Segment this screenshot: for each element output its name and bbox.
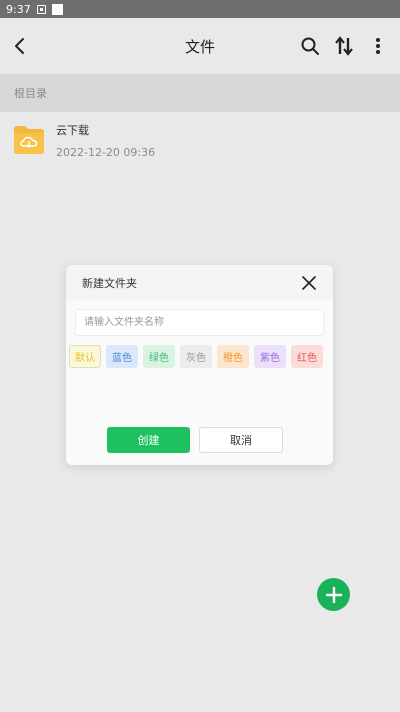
- file-name: 云下载: [56, 123, 89, 137]
- plus-icon: [325, 586, 342, 603]
- status-time: 9:37: [6, 2, 31, 16]
- breadcrumb-bar: 根目录: [0, 74, 400, 112]
- create-button[interactable]: 创建: [107, 427, 190, 453]
- folder-name-input[interactable]: [75, 309, 324, 336]
- search-button[interactable]: [298, 32, 322, 60]
- cancel-button[interactable]: 取消: [199, 427, 283, 453]
- color-option-red[interactable]: 红色: [291, 345, 323, 368]
- color-option-blue[interactable]: 蓝色: [106, 345, 138, 368]
- close-icon: [302, 276, 316, 290]
- more-button[interactable]: [366, 32, 390, 60]
- back-arrow-icon: [15, 38, 24, 54]
- page-title: 文件: [184, 37, 215, 56]
- status-square-icon: [51, 3, 63, 15]
- color-option-orange[interactable]: 橙色: [217, 345, 249, 368]
- sort-button[interactable]: [332, 32, 356, 60]
- sort-icon: [335, 36, 353, 56]
- file-info: 云下载 2022-12-20 09:36: [56, 122, 155, 159]
- color-option-green[interactable]: 绿色: [143, 345, 175, 368]
- dialog-header: 新建文件夹: [66, 265, 333, 301]
- status-bar: 9:37: [0, 0, 400, 18]
- back-button[interactable]: [8, 32, 32, 60]
- new-folder-dialog: 新建文件夹 默认 蓝色 绿色 灰色 橙色 紫色 红色 创建 取消: [66, 265, 333, 465]
- breadcrumb[interactable]: 根目录: [14, 85, 47, 101]
- add-button[interactable]: [317, 578, 350, 611]
- top-bar: 文件: [0, 18, 400, 74]
- folder-cloud-icon: [14, 126, 44, 154]
- color-option-gray[interactable]: 灰色: [180, 345, 212, 368]
- more-vertical-icon: [376, 38, 380, 54]
- color-option-default[interactable]: 默认: [69, 345, 101, 368]
- top-actions: [298, 32, 390, 60]
- file-date: 2022-12-20 09:36: [56, 145, 156, 159]
- search-icon: [301, 37, 319, 55]
- color-option-purple[interactable]: 紫色: [254, 345, 286, 368]
- notification-icon: [36, 4, 46, 14]
- dialog-title: 新建文件夹: [82, 277, 137, 290]
- color-options: 默认 蓝色 绿色 灰色 橙色 紫色 红色: [69, 345, 323, 368]
- list-item[interactable]: 云下载 2022-12-20 09:36: [0, 112, 400, 168]
- close-button[interactable]: [299, 273, 319, 293]
